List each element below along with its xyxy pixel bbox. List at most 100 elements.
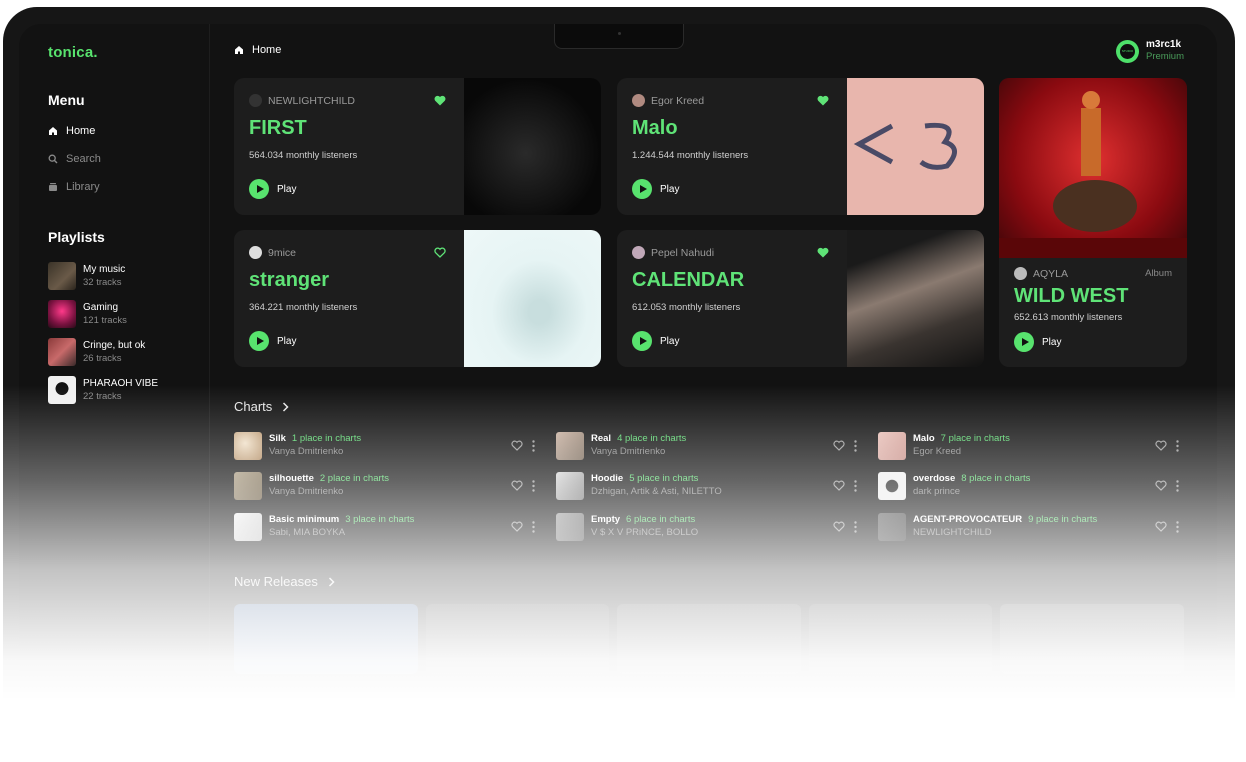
charts-heading[interactable]: Charts xyxy=(234,399,289,414)
play-button[interactable]: Play xyxy=(249,331,296,351)
track-title[interactable]: Malo xyxy=(913,433,935,444)
more-options-icon[interactable] xyxy=(1176,480,1179,492)
artist-card[interactable]: Egor Kreed Malo 1.244.544 monthly listen… xyxy=(617,78,984,215)
chart-row[interactable]: silhouette 2 place in charts Vanya Dmitrie… xyxy=(234,472,539,500)
track-artist[interactable]: dark prince xyxy=(913,486,960,497)
more-options-icon[interactable] xyxy=(854,440,857,452)
app-logo[interactable]: tonica. xyxy=(48,44,98,61)
track-title[interactable]: Empty xyxy=(591,514,620,525)
more-options-icon[interactable] xyxy=(1176,521,1179,533)
heart-outline-icon[interactable] xyxy=(833,480,845,491)
play-button[interactable]: Play xyxy=(632,331,679,351)
chart-place: 1 place in charts xyxy=(291,433,362,444)
chart-row[interactable]: Basic minimum 3 place in charts Sabi, MIA … xyxy=(234,513,539,541)
play-icon xyxy=(1014,332,1034,352)
playlist-item[interactable]: PHARAOH VIBE 22 tracks xyxy=(48,376,158,404)
release-card[interactable] xyxy=(1000,604,1184,674)
play-label: Play xyxy=(1042,336,1062,348)
playlists-heading: Playlists xyxy=(48,229,105,245)
breadcrumb[interactable]: Home xyxy=(234,44,281,56)
card-artist[interactable]: NEWLIGHTCHILD xyxy=(249,94,355,107)
heart-outline-icon[interactable] xyxy=(833,521,845,532)
card-artist[interactable]: AQYLA xyxy=(1014,267,1068,280)
more-options-icon[interactable] xyxy=(532,521,535,533)
chart-row[interactable]: AGENT-PROVOCATEUR 9 place in charts NEWLIG… xyxy=(878,513,1183,541)
artist-avatar xyxy=(632,246,645,259)
chart-row[interactable]: Hoodie 5 place in charts Dzhigan, Artik & … xyxy=(556,472,861,500)
playlist-item[interactable]: My music 32 tracks xyxy=(48,262,125,290)
artist-card[interactable]: 9mice stranger 364.221 monthly listeners… xyxy=(234,230,601,367)
heart-outline-icon[interactable] xyxy=(434,247,446,258)
more-options-icon[interactable] xyxy=(532,440,535,452)
heart-outline-icon[interactable] xyxy=(1155,521,1167,532)
playlist-item[interactable]: Cringe, but ok 26 tracks xyxy=(48,338,145,366)
artist-avatar xyxy=(632,94,645,107)
track-artist[interactable]: Vanya Dmitrienko xyxy=(269,486,343,497)
heart-outline-icon[interactable] xyxy=(833,440,845,451)
track-artist[interactable]: Dzhigan, Artik & Asti, NILETTO xyxy=(591,486,722,497)
chart-row[interactable]: Real 4 place in charts Vanya Dmitrienko xyxy=(556,432,861,460)
track-artist[interactable]: NEWLIGHTCHILD xyxy=(913,527,992,538)
card-title[interactable]: stranger xyxy=(249,269,329,292)
chart-row[interactable]: overdose 8 place in charts dark prince xyxy=(878,472,1183,500)
track-title[interactable]: Basic minimum xyxy=(269,514,339,525)
card-title[interactable]: Malo xyxy=(632,117,678,140)
sidebar-item-search[interactable]: Search xyxy=(48,152,101,166)
card-title[interactable]: CALENDAR xyxy=(632,269,744,292)
track-title[interactable]: Real xyxy=(591,433,611,444)
track-title[interactable]: Hoodie xyxy=(591,473,623,484)
track-title[interactable]: silhouette xyxy=(269,473,314,484)
card-artist[interactable]: Pepel Nahudi xyxy=(632,246,714,259)
featured-album-card[interactable]: AQYLA Album WILD WEST 652.613 monthly li… xyxy=(999,78,1187,367)
track-artist[interactable]: Egor Kreed xyxy=(913,446,961,457)
sidebar-item-home[interactable]: Home xyxy=(48,124,95,138)
card-listeners: 612.053 monthly listeners xyxy=(632,302,741,313)
camera-notch xyxy=(554,24,684,49)
release-card[interactable] xyxy=(234,604,418,674)
track-title[interactable]: Silk xyxy=(269,433,286,444)
release-card[interactable] xyxy=(617,604,801,674)
heart-icon[interactable] xyxy=(817,247,829,258)
card-artist[interactable]: Egor Kreed xyxy=(632,94,704,107)
track-artist[interactable]: Vanya Dmitrienko xyxy=(591,446,665,457)
play-label: Play xyxy=(277,183,297,195)
sidebar-item-library[interactable]: Library xyxy=(48,180,100,194)
artist-card[interactable]: Pepel Nahudi CALENDAR 612.053 monthly li… xyxy=(617,230,984,367)
track-artist[interactable]: Vanya Dmitrienko xyxy=(269,446,343,457)
release-card[interactable] xyxy=(808,604,993,674)
release-card[interactable] xyxy=(425,604,610,674)
heart-icon[interactable] xyxy=(817,95,829,106)
library-icon xyxy=(49,183,57,191)
chevron-right-icon xyxy=(283,401,289,412)
more-options-icon[interactable] xyxy=(854,480,857,492)
artist-name: Pepel Nahudi xyxy=(651,246,715,259)
heart-outline-icon[interactable] xyxy=(511,480,523,491)
track-artist[interactable]: Sabi, MIA BOYKA xyxy=(269,527,345,538)
card-title[interactable]: FIRST xyxy=(249,117,307,140)
heart-outline-icon[interactable] xyxy=(1155,480,1167,491)
heart-icon[interactable] xyxy=(434,95,446,106)
play-button[interactable]: Play xyxy=(632,179,679,199)
chart-place: 7 place in charts xyxy=(940,433,1010,444)
play-button[interactable]: Play xyxy=(1014,332,1061,352)
section-title: Charts xyxy=(234,399,273,414)
more-options-icon[interactable] xyxy=(854,521,857,533)
chart-row[interactable]: Silk 1 place in charts Vanya Dmitrienko xyxy=(234,432,539,460)
new-releases-heading[interactable]: New Releases xyxy=(234,574,335,589)
artist-card[interactable]: NEWLIGHTCHILD FIRST 564.034 monthly list… xyxy=(234,78,601,215)
card-title[interactable]: WILD WEST xyxy=(1014,285,1128,308)
user-profile[interactable]: STUDIO m3rc1k Premium xyxy=(1116,39,1184,63)
heart-outline-icon[interactable] xyxy=(1155,440,1167,451)
play-button[interactable]: Play xyxy=(249,179,296,199)
playlist-item[interactable]: Gaming 121 tracks xyxy=(48,300,127,328)
chart-row[interactable]: Empty 6 place in charts V $ X V PRiNCE, BO… xyxy=(556,513,861,541)
card-artist[interactable]: 9mice xyxy=(249,246,296,259)
track-artist[interactable]: V $ X V PRiNCE, BOLLO xyxy=(591,527,698,538)
track-title[interactable]: AGENT-PROVOCATEUR xyxy=(913,514,1022,525)
more-options-icon[interactable] xyxy=(1176,440,1179,452)
heart-outline-icon[interactable] xyxy=(511,440,523,451)
heart-outline-icon[interactable] xyxy=(511,521,523,532)
more-options-icon[interactable] xyxy=(532,480,535,492)
chart-row[interactable]: Malo 7 place in charts Egor Kreed xyxy=(878,432,1183,460)
track-title[interactable]: overdose xyxy=(913,473,955,484)
